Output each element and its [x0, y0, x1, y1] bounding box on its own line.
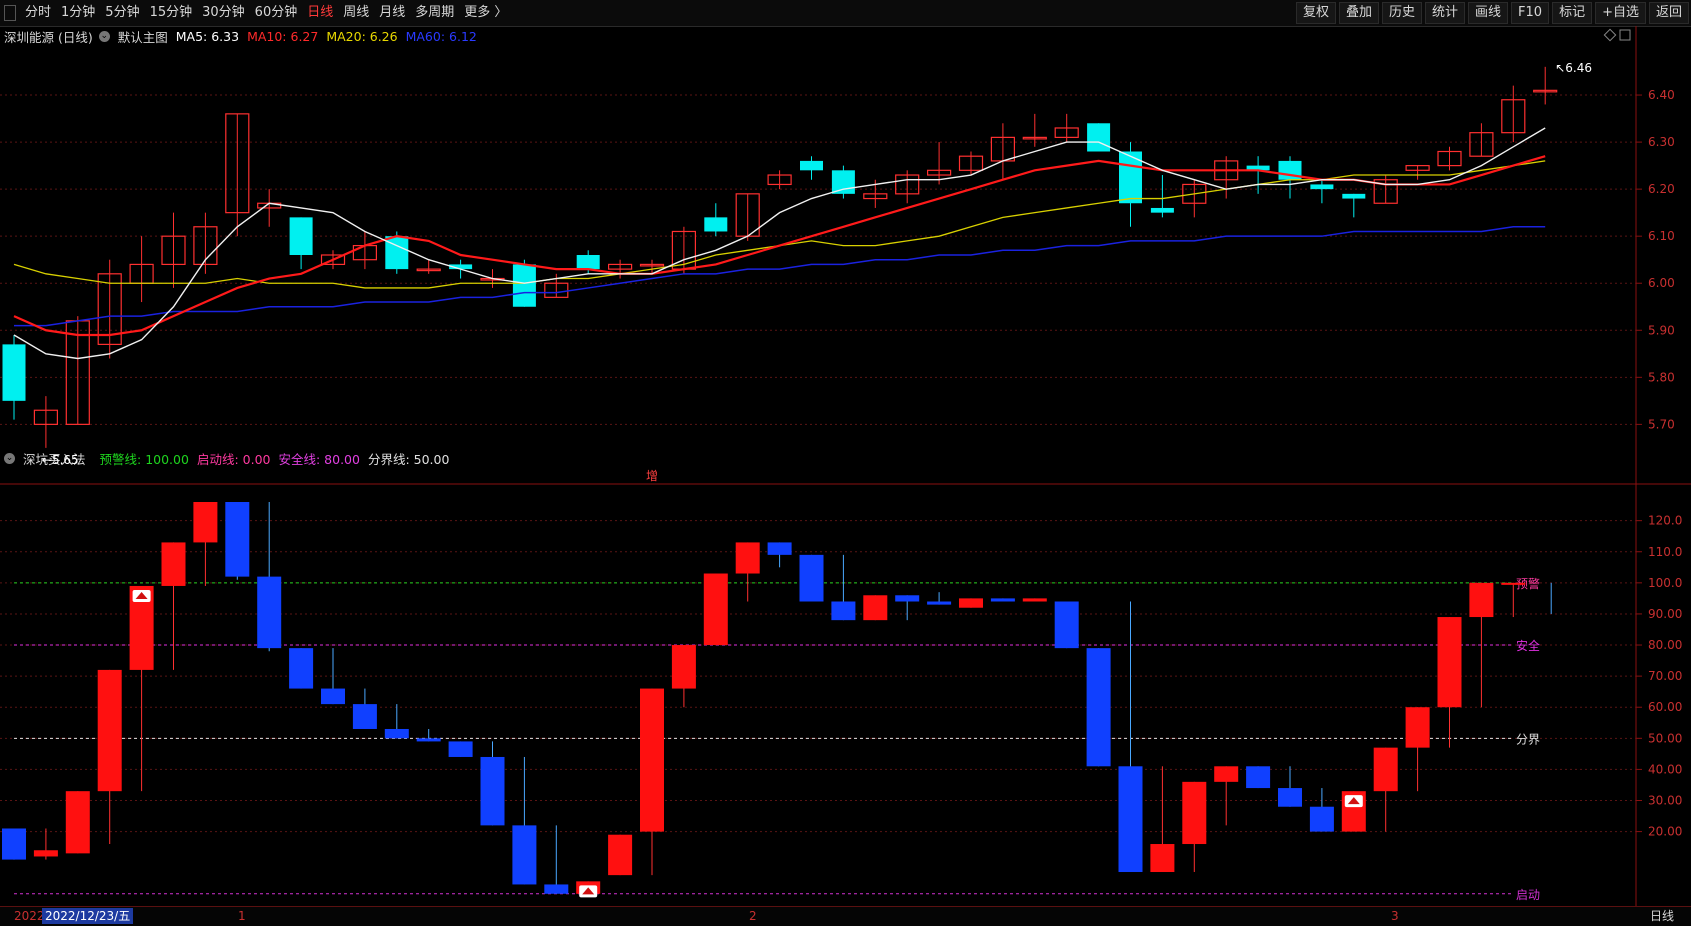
indicator-bar-down — [990, 598, 1015, 602]
indicator-bar-down — [927, 601, 952, 605]
indicator-tick-label: 60.00 — [1648, 700, 1682, 714]
indicator-bar-up — [33, 850, 58, 857]
indicator-bar-up — [608, 834, 633, 876]
indicator-bar-down — [767, 542, 792, 555]
indicator-bar-down — [289, 648, 314, 689]
indicator-bar-down — [1086, 648, 1111, 767]
level-label-start: 启动 — [1516, 888, 1540, 902]
indicator-bar-down — [1246, 766, 1271, 789]
price-tick-label: 6.40 — [1648, 88, 1675, 102]
indicator-bar-up — [161, 542, 186, 586]
indicator-bar-up — [671, 645, 696, 689]
candle-body-down — [385, 236, 409, 270]
indicator-bar-up — [1182, 781, 1207, 845]
indicator-bar-up — [1437, 617, 1462, 708]
indicator-tick-label: 70.00 — [1648, 669, 1682, 683]
indicator-bar-up — [735, 542, 760, 574]
indicator-bar-down — [1054, 601, 1079, 649]
indicator-bar-up — [1405, 707, 1430, 748]
diamond-icon — [1603, 28, 1617, 42]
indicator-tick-label: 110.0 — [1648, 545, 1682, 559]
indicator-bar-down — [225, 502, 250, 577]
price-tick-label: 6.10 — [1648, 229, 1675, 243]
indicator-bar-up — [1501, 582, 1526, 585]
indicator-bar-down — [512, 825, 537, 885]
level-label-safe: 安全 — [1516, 638, 1540, 653]
indicator-bar-down — [257, 576, 282, 649]
indicator-bar-down — [416, 738, 441, 742]
cursor-date-label: 2022/12/23/五 — [42, 908, 134, 924]
month-mark: 2 — [749, 909, 757, 923]
indicator-bar-up — [1214, 766, 1239, 782]
kline-chart[interactable]: 6.40 6.30 6.20 6.10 6.00 5.90 5.80 5.70 ↖6.46 ←5.… — [0, 0, 1691, 906]
year-label: 2022 — [14, 909, 45, 923]
candle-body-down — [2, 344, 26, 401]
panel-max-icon — [1619, 29, 1631, 41]
indicator-bar-up — [1469, 582, 1494, 618]
indicator-bar-up — [703, 573, 728, 646]
indicator-tick-label: 20.00 — [1648, 825, 1682, 839]
candle-body-down — [289, 217, 313, 255]
period-label: 日线 — [1650, 909, 1675, 923]
indicator-bar-down — [321, 688, 345, 705]
candle-body-down — [512, 264, 536, 307]
date-axis: 2022 2022/12/23/五 1 2 3 日线 — [0, 906, 1691, 926]
indicator-bar-down — [352, 704, 377, 729]
low-price-label: ←5.65 — [42, 453, 79, 467]
high-price-label: ↖6.46 — [1555, 61, 1592, 75]
candle-body-down — [831, 170, 855, 194]
indicator-bar-up — [193, 502, 218, 543]
price-tick-label: 6.20 — [1648, 182, 1675, 196]
price-tick-label: 5.70 — [1648, 417, 1675, 431]
candle-body-down — [704, 217, 728, 232]
candle-body-down — [1310, 184, 1334, 190]
indicator-bar-down — [480, 756, 505, 826]
ma5-line — [13, 127, 1546, 360]
indicator-bar-down — [1278, 788, 1302, 807]
indicator-bar-up — [863, 595, 888, 621]
indicator-bar-down — [1118, 766, 1143, 873]
indicator-bar-up — [959, 598, 983, 608]
indicator-tick-label: 120.0 — [1648, 514, 1682, 528]
ma60-line — [14, 226, 1546, 327]
indicator-bar-up — [97, 669, 122, 792]
candle-body-down — [1087, 123, 1111, 152]
candle-body-down — [1150, 207, 1174, 213]
indicator-bar-up — [640, 688, 664, 832]
candle-body-down — [1342, 193, 1366, 199]
price-tick-label: 5.90 — [1648, 323, 1675, 337]
indicator-bar-down — [895, 595, 920, 602]
indicator-tick-label: 50.00 — [1648, 731, 1682, 745]
indicator-bar-up — [1150, 844, 1175, 873]
indicator-bar-down — [448, 741, 473, 757]
indicator-bar-down — [2, 828, 26, 860]
price-tick-label: 6.30 — [1648, 135, 1675, 149]
indicator-bar-down — [1309, 806, 1334, 832]
month-mark: 1 — [238, 909, 246, 923]
month-mark: 3 — [1391, 909, 1399, 923]
indicator-bar-down — [384, 728, 409, 739]
level-label-divide: 分界 — [1516, 732, 1540, 746]
indicator-tick-label: 80.00 — [1648, 638, 1682, 652]
indicator-bar-up — [1373, 747, 1398, 792]
indicator-bar-up — [65, 791, 90, 854]
indicator-bar-down — [831, 601, 856, 621]
indicator-tick-label: 30.00 — [1648, 794, 1682, 808]
signal-marker: 增 — [646, 469, 658, 483]
indicator-tick-label: 90.00 — [1648, 607, 1682, 621]
candle-body-down — [576, 255, 600, 270]
indicator-bar-down — [544, 884, 569, 894]
indicator-tick-label: 40.00 — [1648, 762, 1682, 776]
candle-body-down — [800, 160, 823, 171]
price-tick-label: 5.80 — [1648, 370, 1675, 384]
price-tick-label: 6.00 — [1648, 276, 1675, 290]
indicator-bar-up — [1022, 598, 1047, 602]
indicator-tick-label: 100.0 — [1648, 576, 1682, 590]
indicator-bar-down — [799, 554, 824, 602]
